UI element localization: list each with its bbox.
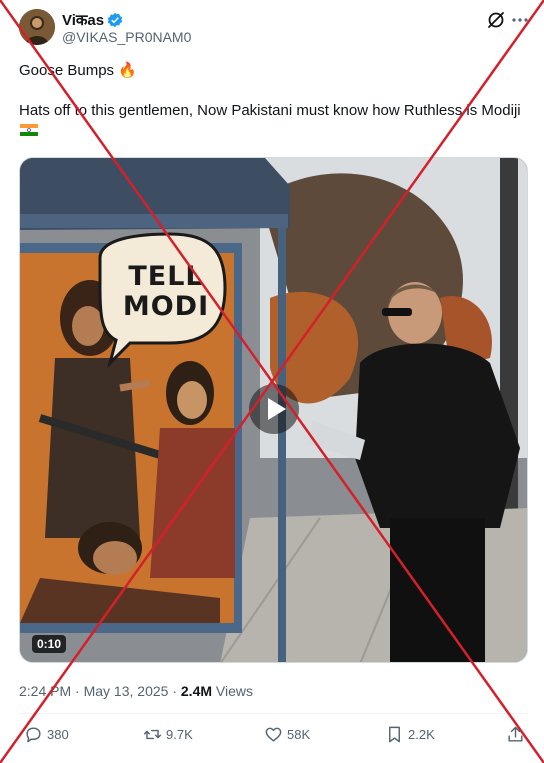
tweet-text: Goose Bumps 🔥 Hats off to this gentlemen… (19, 61, 524, 141)
repost-button[interactable]: 9.7K (143, 725, 193, 744)
poster-speech-text: TELL MODI (116, 262, 216, 322)
share-button[interactable] (506, 725, 525, 744)
like-button[interactable]: 58K (264, 725, 310, 744)
meta-separator-2: · (172, 683, 177, 699)
tweet-time[interactable]: 2:24 PM (19, 683, 71, 699)
avatar[interactable] (19, 9, 55, 45)
repost-count: 9.7K (166, 727, 193, 742)
video-duration: 0:10 (32, 635, 67, 653)
action-bar: 380 9.7K 58K 2.2K (0, 725, 544, 749)
divider (19, 713, 528, 714)
more-options-icon[interactable] (510, 10, 530, 30)
like-count: 58K (287, 727, 311, 742)
reply-icon (26, 727, 41, 743)
heart-icon (265, 727, 282, 742)
tweet-card: Viकas @VIKAS_PR0NAM0 Goose Bumps 🔥 Hats … (0, 0, 544, 763)
views-label: Views (215, 683, 253, 699)
meta-separator: · (75, 683, 80, 699)
bookmark-button[interactable]: 2.2K (385, 725, 435, 744)
play-icon (268, 398, 286, 420)
poster-text-line-2: MODI (122, 291, 210, 322)
bookmark-count: 2.2K (408, 727, 435, 742)
tweet-text-line-2-content: Hats off to this gentlemen, Now Pakistan… (19, 102, 521, 119)
author-name-row: Viकas (62, 10, 123, 30)
video-player[interactable]: TELL MODI 0:10 (19, 157, 528, 663)
tweet-text-line-2: Hats off to this gentlemen, Now Pakistan… (19, 101, 524, 141)
play-button[interactable] (249, 384, 299, 434)
share-icon (508, 726, 523, 742)
reply-count: 380 (47, 727, 69, 742)
repost-icon (143, 729, 162, 740)
verified-badge-icon (107, 12, 123, 28)
tweet-meta: 2:24 PM · May 13, 2025 · 2.4M Views (19, 683, 253, 699)
author-display-name[interactable]: Viकas (62, 10, 104, 30)
grok-icon[interactable] (486, 10, 506, 30)
author-handle[interactable]: @VIKAS_PR0NAM0 (62, 29, 191, 45)
bookmark-icon (389, 726, 400, 743)
india-flag-icon (20, 124, 38, 136)
views-count[interactable]: 2.4M (181, 683, 212, 699)
reply-button[interactable]: 380 (24, 725, 69, 744)
poster-text-line-1: TELL (128, 261, 204, 292)
tweet-date[interactable]: May 13, 2025 (84, 683, 169, 699)
tweet-text-line-1: Goose Bumps 🔥 (19, 62, 137, 79)
